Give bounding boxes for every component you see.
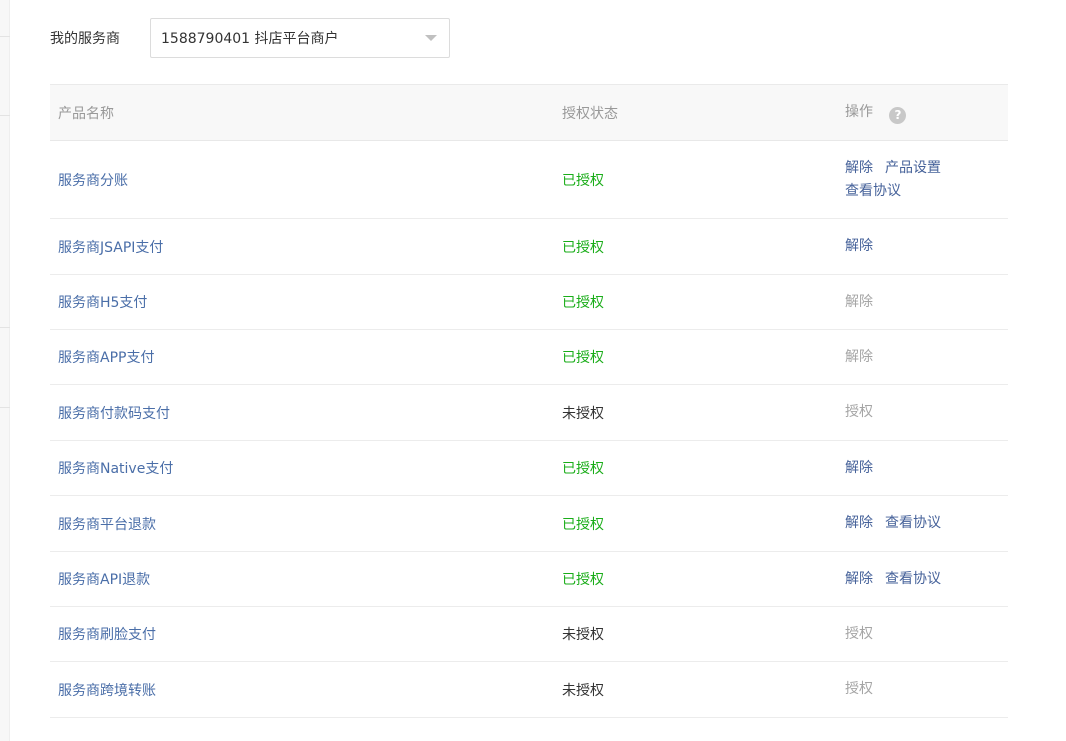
table-row: 服务商H5支付 已授权 解除 xyxy=(50,274,1008,330)
product-name-link[interactable]: 服务商刷脸支付 xyxy=(58,627,156,643)
table-row: 服务商APP支付 已授权 解除 xyxy=(50,329,1008,385)
product-name-cell: 服务商分账 xyxy=(50,140,554,219)
service-provider-label: 我的服务商 xyxy=(50,31,120,47)
auth-status-text: 未授权 xyxy=(562,682,604,699)
product-name-link[interactable]: 服务商付款码支付 xyxy=(58,406,170,422)
action-link[interactable]: 查看协议 xyxy=(845,180,901,203)
auth-status-text: 已授权 xyxy=(562,239,604,256)
auth-status-text: 已授权 xyxy=(562,295,604,311)
product-name-cell: 服务商API退款 xyxy=(50,551,554,607)
action-link: 授权 xyxy=(845,625,873,642)
auth-status-cell: 已授权 xyxy=(554,140,837,219)
actions-cell: 解除 产品设置查看协议 xyxy=(837,140,1008,219)
sidebar-divider xyxy=(0,36,10,37)
actions-cell: 解除 查看协议 xyxy=(837,551,1008,607)
table-row: 服务商分账 已授权 解除 产品设置查看协议 xyxy=(50,140,1008,219)
actions-cell: 解除 xyxy=(837,274,1008,330)
sidebar-divider xyxy=(0,115,10,116)
product-name-link[interactable]: 服务商JSAPI支付 xyxy=(58,240,163,256)
column-header-actions: 操作 ? xyxy=(837,84,1008,141)
table-row: 服务商刷脸支付 未授权 授权 xyxy=(50,606,1008,662)
product-name-link[interactable]: 服务商API退款 xyxy=(58,572,150,588)
question-circle-icon[interactable]: ? xyxy=(889,107,907,124)
table-row: 服务商Native支付 已授权 解除 xyxy=(50,440,1008,496)
actions-cell: 授权 xyxy=(837,384,1008,441)
actions-cell: 解除 xyxy=(837,218,1008,275)
column-header-auth-status: 授权状态 xyxy=(554,84,837,141)
table-row: 服务商JSAPI支付 已授权 解除 xyxy=(50,218,1008,275)
product-name-link[interactable]: 服务商平台退款 xyxy=(58,517,156,533)
service-provider-select[interactable]: 1588790401 抖店平台商户 xyxy=(150,18,450,58)
auth-status-cell: 已授权 xyxy=(554,329,837,385)
action-link[interactable]: 解除 xyxy=(845,457,873,480)
product-table: 产品名称 授权状态 操作 ? 服务商分账 已授权 解除 产品设置查看协议 服务商JSAP… xyxy=(50,84,1008,718)
auth-status-cell: 已授权 xyxy=(554,495,837,552)
service-provider-row: 我的服务商 1588790401 抖店平台商户 xyxy=(50,18,450,58)
actions-cell: 授权 xyxy=(837,606,1008,662)
actions-cell: 授权 xyxy=(837,661,1008,718)
auth-status-cell: 未授权 xyxy=(554,384,837,441)
table-row: 服务商跨境转账 未授权 授权 xyxy=(50,661,1008,718)
action-link[interactable]: 解除 xyxy=(845,568,873,591)
auth-status-cell: 未授权 xyxy=(554,661,837,718)
product-name-cell: 服务商APP支付 xyxy=(50,329,554,385)
product-name-cell: 服务商Native支付 xyxy=(50,440,554,496)
product-name-link[interactable]: 服务商APP支付 xyxy=(58,350,154,366)
product-name-cell: 服务商跨境转账 xyxy=(50,661,554,718)
product-name-cell: 服务商刷脸支付 xyxy=(50,606,554,662)
sidebar-divider xyxy=(0,407,10,408)
action-link[interactable]: 解除 xyxy=(845,512,873,535)
actions-cell: 解除 查看协议 xyxy=(837,495,1008,552)
product-name-cell: 服务商付款码支付 xyxy=(50,384,554,441)
auth-status-text: 已授权 xyxy=(562,516,604,533)
sidebar-divider xyxy=(0,327,10,328)
product-name-cell: 服务商JSAPI支付 xyxy=(50,218,554,275)
left-sidebar-edge xyxy=(0,0,10,741)
product-name-link[interactable]: 服务商跨境转账 xyxy=(58,683,156,699)
action-link[interactable]: 查看协议 xyxy=(885,568,941,591)
auth-status-cell: 已授权 xyxy=(554,440,837,496)
action-link[interactable]: 解除 xyxy=(845,235,873,258)
product-name-link[interactable]: 服务商Native支付 xyxy=(58,461,173,477)
actions-cell: 解除 xyxy=(837,329,1008,385)
auth-status-text: 已授权 xyxy=(562,172,604,189)
product-name-cell: 服务商H5支付 xyxy=(50,274,554,330)
table-row: 服务商API退款 已授权 解除 查看协议 xyxy=(50,551,1008,607)
action-link: 解除 xyxy=(845,348,873,365)
action-link: 授权 xyxy=(845,681,873,697)
action-link[interactable]: 产品设置 xyxy=(885,157,941,180)
action-link[interactable]: 查看协议 xyxy=(885,512,941,535)
column-header-product-name: 产品名称 xyxy=(50,84,554,141)
service-provider-selected-value: 1588790401 抖店平台商户 xyxy=(161,31,339,47)
chevron-down-icon xyxy=(425,35,437,41)
product-name-link[interactable]: 服务商H5支付 xyxy=(58,295,147,311)
product-name-link[interactable]: 服务商分账 xyxy=(58,173,128,189)
table-header-row: 产品名称 授权状态 操作 ? xyxy=(50,84,1008,141)
product-name-cell: 服务商平台退款 xyxy=(50,495,554,552)
table-row: 服务商平台退款 已授权 解除 查看协议 xyxy=(50,495,1008,552)
auth-status-cell: 未授权 xyxy=(554,606,837,662)
action-link: 解除 xyxy=(845,293,873,310)
column-header-actions-label: 操作 xyxy=(845,104,873,120)
action-link: 授权 xyxy=(845,404,873,420)
table-row: 服务商付款码支付 未授权 授权 xyxy=(50,384,1008,441)
auth-status-cell: 已授权 xyxy=(554,551,837,607)
action-link[interactable]: 解除 xyxy=(845,157,873,180)
auth-status-cell: 已授权 xyxy=(554,274,837,330)
auth-status-text: 未授权 xyxy=(562,405,604,422)
auth-status-text: 已授权 xyxy=(562,461,604,477)
auth-status-cell: 已授权 xyxy=(554,218,837,275)
table-body: 服务商分账 已授权 解除 产品设置查看协议 服务商JSAPI支付 已授权 解除 服务商H5支付… xyxy=(50,140,1008,718)
auth-status-text: 已授权 xyxy=(562,572,604,588)
auth-status-text: 已授权 xyxy=(562,350,604,366)
auth-status-text: 未授权 xyxy=(562,627,604,643)
actions-cell: 解除 xyxy=(837,440,1008,496)
